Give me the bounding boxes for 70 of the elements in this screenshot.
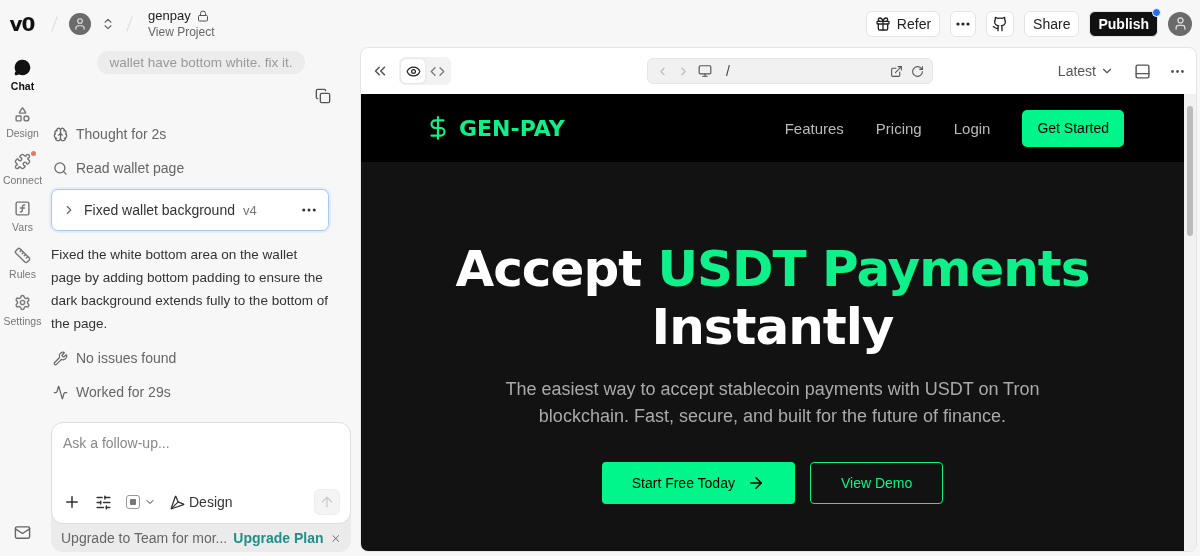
demo-button[interactable]: View Demo [809, 462, 944, 504]
plus-icon [63, 493, 81, 511]
rail-item[interactable]: Connect [2, 153, 43, 186]
wrench-icon [53, 350, 68, 366]
ruler-icon [14, 247, 31, 264]
copy-icon [315, 88, 331, 104]
search-icon [53, 160, 68, 176]
external-link-icon[interactable] [890, 64, 903, 78]
rail-item[interactable]: Rules [9, 247, 36, 280]
nav-link[interactable]: Pricing [875, 119, 922, 137]
more-button[interactable] [950, 10, 977, 37]
panel-icon[interactable] [1134, 62, 1151, 80]
rail-item[interactable]: Vars [12, 200, 33, 233]
headline: Accept USDT Payments [455, 240, 1090, 298]
design-button[interactable]: Design [170, 494, 233, 510]
refer-button[interactable]: Refer [865, 10, 941, 37]
puzzle-icon [14, 153, 31, 170]
share-button[interactable]: Share [1024, 10, 1080, 37]
monitor-icon[interactable] [698, 64, 712, 78]
version-select[interactable]: Latest [1057, 63, 1114, 79]
add-button[interactable] [63, 493, 81, 511]
logo[interactable]: v0 [4, 11, 40, 36]
sliders-icon [95, 493, 112, 511]
rail-item[interactable]: Design [6, 106, 39, 139]
ellipsis-icon [956, 21, 971, 26]
avatar[interactable] [1168, 11, 1192, 36]
notification-dot [1152, 7, 1161, 17]
gift-icon [874, 15, 891, 32]
publish-button[interactable]: Publish [1089, 10, 1158, 37]
version-label: v4 [243, 202, 257, 218]
shapes-icon [14, 106, 31, 123]
chat-icon [14, 59, 31, 76]
step-text: Read wallet page [76, 160, 185, 176]
activity-icon [53, 384, 68, 400]
status-text: No issues found [76, 350, 177, 366]
rail-item[interactable]: Chat [10, 59, 35, 92]
badge-dot [31, 151, 37, 156]
url-bar[interactable]: / [647, 58, 933, 84]
user-message: wallet have bottom white. fix it. [97, 51, 305, 74]
banner-text: Upgrade to Team for mor... [61, 530, 228, 546]
rail-item[interactable]: Settings [3, 294, 42, 327]
step-text: Thought for 2s [76, 126, 167, 142]
version-card[interactable]: Fixed wallet background v4 [51, 189, 329, 231]
card-title: Fixed wallet background [84, 202, 235, 218]
reload-icon[interactable] [911, 64, 924, 78]
view-project-link[interactable]: View Project [148, 25, 215, 39]
model-select[interactable] [126, 495, 156, 509]
chip-icon [126, 495, 140, 509]
start-button[interactable]: Start Free Today [601, 462, 795, 504]
user-icon [1172, 16, 1188, 31]
github-icon [992, 15, 1009, 32]
preview-tab[interactable] [401, 59, 425, 83]
settings-icon [14, 294, 31, 311]
nav-link[interactable]: Features [784, 119, 844, 137]
brain-icon [53, 126, 68, 142]
get-started-button[interactable]: Get Started [1022, 109, 1124, 147]
summary-text: Fixed the white bottom area on the wallet page by adding bottom padding to ensure the dark background extends fully to the bottom of the page. [51, 246, 329, 333]
url-path: / [726, 63, 731, 79]
site-logo[interactable]: GEN-PAY [459, 115, 565, 141]
hero-subtitle: The easiest way to accept stablecoin payments with USDT on Tron blockchain. Fast, secure, and built for the future of finance. [504, 378, 1041, 428]
project-name[interactable]: genpay [148, 8, 191, 23]
nav-link[interactable]: Login [953, 119, 991, 137]
eye-icon [405, 63, 421, 79]
function-icon [14, 200, 31, 217]
headline: Instantly [651, 298, 894, 356]
mail-icon [14, 524, 31, 541]
settings-button[interactable] [95, 493, 112, 511]
github-button[interactable] [986, 10, 1015, 37]
pointer-icon [170, 494, 185, 510]
status-text: Worked for 29s [76, 384, 171, 400]
